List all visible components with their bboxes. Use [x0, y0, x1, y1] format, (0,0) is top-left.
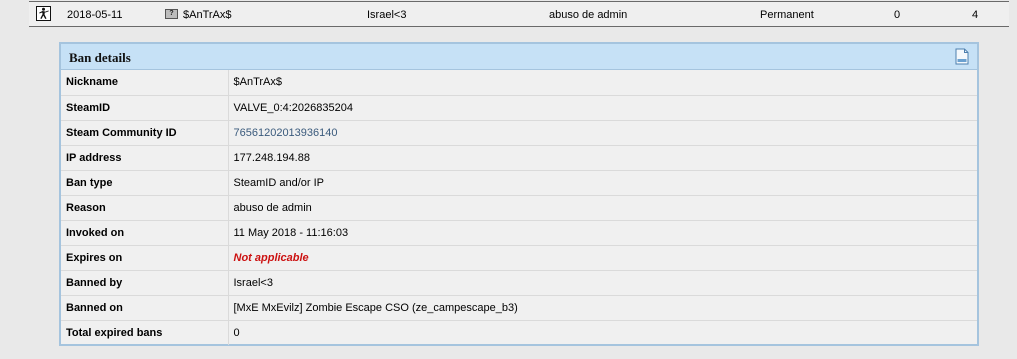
detail-row-steam-community-id: Steam Community ID 76561202013936140 — [61, 120, 977, 146]
counter-strike-icon — [36, 6, 51, 21]
ban-count-a: 0 — [894, 9, 901, 21]
detail-row-steamid: SteamID VALVE_0:4:2026835204 — [61, 95, 977, 121]
detail-row-banned-by: Banned by Israel<3 — [61, 270, 977, 296]
detail-label: Ban type — [61, 170, 229, 196]
detail-value-banned-on: [MxE MxEvilz] Zombie Escape CSO (ze_camp… — [228, 295, 977, 321]
detail-label: Total expired bans — [61, 320, 229, 345]
ban-reason: abuso de admin — [549, 9, 628, 21]
ban-details-title: Ban details — [69, 50, 131, 65]
detail-row-banned-on: Banned on [MxE MxEvilz] Zombie Escape CS… — [61, 295, 977, 321]
ban-details-panel: Ban details Nickname $AnTrAx$ SteamID VA… — [59, 42, 979, 346]
detail-row-ban-type: Ban type SteamID and/or IP — [61, 170, 977, 196]
detail-label: SteamID — [61, 95, 229, 121]
detail-value-total-expired-bans: 0 — [233, 326, 240, 339]
detail-value-ban-type: SteamID and/or IP — [228, 170, 977, 196]
unknown-country-flag-icon: ? — [165, 9, 178, 19]
detail-row-invoked-on: Invoked on 11 May 2018 - 11:16:03 — [61, 220, 977, 246]
ban-details-table: Nickname $AnTrAx$ SteamID VALVE_0:4:2026… — [61, 70, 977, 345]
detail-label: Nickname — [61, 70, 229, 96]
detail-value-nickname: $AnTrAx$ — [228, 70, 977, 96]
detail-value-expires-on: Not applicable — [233, 251, 309, 264]
detail-label: Invoked on — [61, 220, 229, 246]
detail-label: Banned by — [61, 270, 229, 296]
detail-value-reason: abuso de admin — [228, 195, 977, 221]
ban-count-b: 4 — [972, 9, 979, 21]
detail-value-steamid: VALVE_0:4:2026835204 — [228, 95, 977, 121]
ban-list-row[interactable]: 2018-05-11 ? $AnTrAx$ Israel<3 abuso de … — [29, 1, 1009, 27]
detail-label: Reason — [61, 195, 229, 221]
detail-label: Banned on — [61, 295, 229, 321]
ban-admin-name: Israel<3 — [367, 9, 407, 21]
detail-label: Steam Community ID — [61, 120, 229, 146]
detail-label: Expires on — [61, 245, 229, 271]
detail-label: IP address — [61, 145, 229, 171]
detail-value-banned-by: Israel<3 — [228, 270, 977, 296]
detail-row-ip-address: IP address 177.248.194.88 — [61, 145, 977, 171]
ban-length: Permanent — [760, 9, 814, 21]
detail-row-total-expired-bans: Total expired bans 0 — [61, 320, 977, 345]
steam-community-id-link[interactable]: 76561202013936140 — [234, 127, 338, 139]
ban-player-name: $AnTrAx$ — [183, 9, 232, 21]
ban-date: 2018-05-11 — [67, 9, 123, 21]
detail-value-ip-address: 177.248.194.88 — [228, 145, 977, 171]
ban-details-header: Ban details — [61, 44, 977, 70]
detail-row-reason: Reason abuso de admin — [61, 195, 977, 221]
detail-row-expires-on: Expires on Not applicable — [61, 245, 977, 271]
document-icon[interactable] — [955, 48, 969, 65]
detail-row-nickname: Nickname $AnTrAx$ — [61, 70, 977, 96]
detail-value-invoked-on: 11 May 2018 - 11:16:03 — [228, 220, 977, 246]
